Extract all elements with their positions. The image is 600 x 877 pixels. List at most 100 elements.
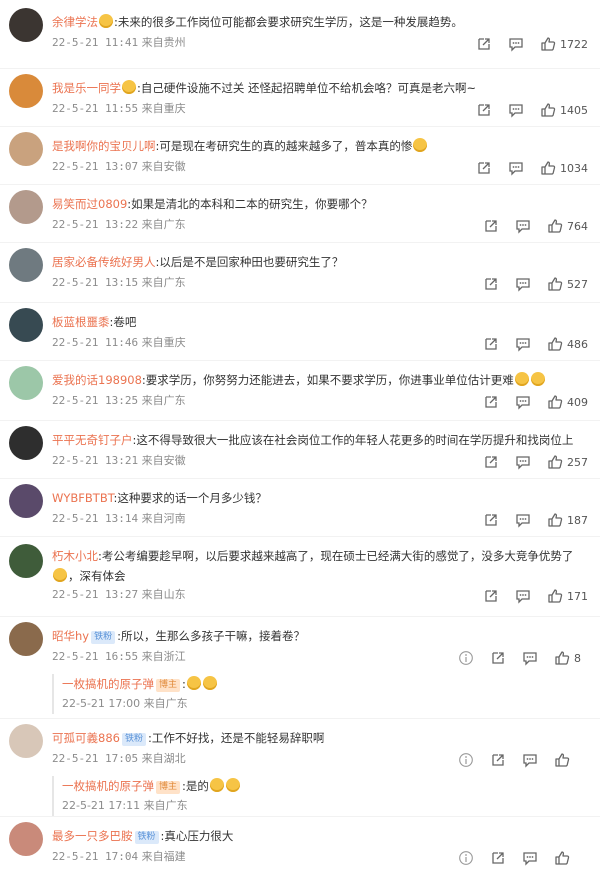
username[interactable]: 余律学法 <box>52 15 98 29</box>
thumbs-up-icon[interactable] <box>540 36 556 52</box>
share-icon[interactable] <box>476 102 492 118</box>
reply-meta: 22-5-21 17:00 来自广东 <box>62 694 218 714</box>
comment-meta: 22-5-21 17:04 来自福建 <box>52 848 186 864</box>
avatar[interactable] <box>9 366 43 400</box>
emoji-icon <box>225 778 240 792</box>
comment-body: :要求学历，你努努力还能进去，如果不要求学历，你进事业单位估计更难 <box>141 373 514 387</box>
info-icon[interactable] <box>458 752 474 768</box>
share-icon[interactable] <box>483 276 499 292</box>
share-icon[interactable] <box>483 218 499 234</box>
comment-actions: 527 <box>467 276 588 292</box>
comment-text: 平平无奇钉子户:这不得导致很大一批应该在社会岗位工作的年轻人花更多的时间在学历提… <box>52 430 573 450</box>
comment-date: 22-5-21 11:55 <box>52 102 139 115</box>
comment-location: 来自湖北 <box>138 752 186 765</box>
username[interactable]: 是我啊你的宝贝儿啊 <box>52 139 156 153</box>
username[interactable]: 最多一只多巴胺 <box>52 829 133 843</box>
avatar[interactable] <box>9 190 43 224</box>
avatar[interactable] <box>9 622 43 656</box>
thumbs-up-icon[interactable] <box>554 650 570 666</box>
comment-text: 板蓝根噩黍:卷吧 <box>52 312 136 332</box>
like-count: 764 <box>567 219 588 233</box>
comment-text: 易笑而过0809:如果是清北的本科和二本的研究生，你要哪个？ <box>52 194 373 214</box>
share-icon[interactable] <box>483 454 499 470</box>
emoji-icon <box>209 778 224 792</box>
comment-icon[interactable] <box>515 512 531 528</box>
thumbs-up-icon[interactable] <box>547 588 563 604</box>
like-count: 486 <box>567 337 588 351</box>
avatar[interactable] <box>9 248 43 282</box>
divider <box>0 360 600 361</box>
reply-block: 一枚搞机的原子弹 博主:22-5-21 17:00 来自广东 <box>52 674 218 714</box>
reply-username[interactable]: 一枚搞机的原子弹 <box>62 677 154 691</box>
reply-username[interactable]: 一枚搞机的原子弹 <box>62 779 154 793</box>
thumbs-up-icon[interactable] <box>547 276 563 292</box>
avatar[interactable] <box>9 132 43 166</box>
comment-text: 昭华hy 铁粉:所以，生那么多孩子干嘛，接着卷？ <box>52 626 305 646</box>
share-icon[interactable] <box>483 336 499 352</box>
comment-icon[interactable] <box>515 276 531 292</box>
comment-icon[interactable] <box>508 36 524 52</box>
comment-icon[interactable] <box>515 454 531 470</box>
comment-icon[interactable] <box>508 160 524 176</box>
share-icon[interactable] <box>483 588 499 604</box>
thumbs-up-icon[interactable] <box>540 102 556 118</box>
reply-date: 22-5-21 17:11 <box>62 799 141 812</box>
username[interactable]: 爱我的话198908 <box>52 373 142 387</box>
username[interactable]: 平平无奇钉子户 <box>52 433 133 447</box>
avatar[interactable] <box>9 724 43 758</box>
comment-icon[interactable] <box>515 588 531 604</box>
username[interactable]: 朽木小北 <box>52 549 98 563</box>
share-icon[interactable] <box>490 650 506 666</box>
comment-text: 居家必备传统好男人:以后是不是回家种田也要研究生了？ <box>52 252 343 272</box>
thumbs-up-icon[interactable] <box>554 752 570 768</box>
author-badge: 博主 <box>156 679 181 692</box>
thumbs-up-icon[interactable] <box>540 160 556 176</box>
comment-icon[interactable] <box>522 850 538 866</box>
comment-icon[interactable] <box>515 394 531 410</box>
comment-text: 最多一只多巴胺 铁粉:真心压力很大 <box>52 826 233 846</box>
share-icon[interactable] <box>490 752 506 768</box>
emoji-icon <box>99 14 113 28</box>
comment-actions: 764 <box>467 218 588 234</box>
comment-icon[interactable] <box>515 336 531 352</box>
info-icon[interactable] <box>458 650 474 666</box>
avatar[interactable] <box>9 74 43 108</box>
share-icon[interactable] <box>483 394 499 410</box>
comment-body: :未来的很多工作岗位可能都会要求研究生学历，这是一种发展趋势。 <box>114 15 463 29</box>
reply-block: 一枚搞机的原子弹 博主:是的 22-5-21 17:11 来自广东 <box>52 776 241 816</box>
thumbs-up-icon[interactable] <box>547 454 563 470</box>
fan-badge: 铁粉 <box>121 733 146 746</box>
username[interactable]: 我是乐一同学 <box>52 81 121 95</box>
comment-actions: 486 <box>467 336 588 352</box>
comment-icon[interactable] <box>522 650 538 666</box>
username[interactable]: WYBFBTBT <box>52 491 113 505</box>
username[interactable]: 板蓝根噩黍 <box>52 315 110 329</box>
avatar[interactable] <box>9 426 43 460</box>
avatar[interactable] <box>9 544 43 578</box>
avatar[interactable] <box>9 484 43 518</box>
share-icon[interactable] <box>490 850 506 866</box>
comment-location: 来自广东 <box>138 394 186 407</box>
avatar[interactable] <box>9 308 43 342</box>
username[interactable]: 昭华hy <box>52 629 89 643</box>
comment-location: 来自重庆 <box>138 336 186 349</box>
comment-date: 22-5-21 13:21 <box>52 454 139 467</box>
thumbs-up-icon[interactable] <box>547 218 563 234</box>
comment-icon[interactable] <box>522 752 538 768</box>
avatar[interactable] <box>9 822 43 856</box>
comment-icon[interactable] <box>508 102 524 118</box>
share-icon[interactable] <box>483 512 499 528</box>
username[interactable]: 居家必备传统好男人 <box>52 255 156 269</box>
thumbs-up-icon[interactable] <box>547 512 563 528</box>
username[interactable]: 可孤可義886 <box>52 731 120 745</box>
thumbs-up-icon[interactable] <box>547 336 563 352</box>
avatar[interactable] <box>9 8 43 42</box>
info-icon[interactable] <box>458 850 474 866</box>
comment-icon[interactable] <box>515 218 531 234</box>
share-icon[interactable] <box>476 36 492 52</box>
username[interactable]: 易笑而过0809 <box>52 197 127 211</box>
thumbs-up-icon[interactable] <box>547 394 563 410</box>
share-icon[interactable] <box>476 160 492 176</box>
thumbs-up-icon[interactable] <box>554 850 570 866</box>
comment-body: :自己硬件设施不过关 还怪起招聘单位不给机会咯？可真是老六啊~ <box>137 81 477 95</box>
